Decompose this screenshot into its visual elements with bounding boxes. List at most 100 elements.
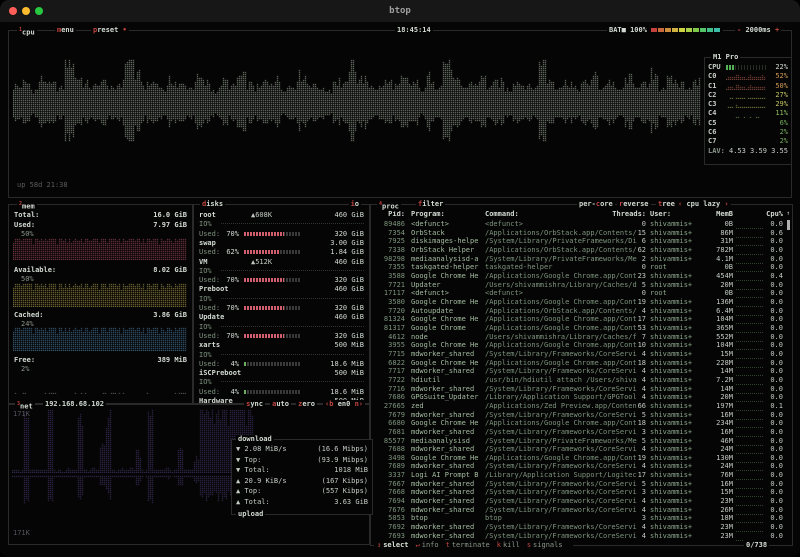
process-row[interactable]: 27665zed/Applications/Zed Preview.app/Co… <box>375 402 784 411</box>
memory-box-title[interactable]: 2mem <box>17 200 37 211</box>
process-cell: 14M <box>695 385 733 394</box>
process-cell: shivammis+ <box>650 428 692 437</box>
cpu-total-label: CPU <box>708 63 725 72</box>
disks-box-title[interactable]: disks <box>200 200 225 209</box>
process-row[interactable]: 7717mdworker_shared/System/Library/Frame… <box>375 367 784 376</box>
process-row[interactable]: 3955Google Chrome He/Applications/Google… <box>375 341 784 350</box>
process-cell: shivammis+ <box>650 367 692 376</box>
process-row[interactable]: 5053btopbtop3shivammis+18M0.0 <box>375 514 784 523</box>
upload-title: upload <box>236 510 265 519</box>
process-row[interactable]: 7694mdworker_shared/System/Library/Frame… <box>375 497 784 506</box>
process-row[interactable]: 7720Autoupdate/Applications/OrbStack.app… <box>375 307 784 316</box>
process-cell: 81324 <box>375 315 405 324</box>
process-cell: shivammis+ <box>650 350 692 359</box>
terminal-window: btop 1cpu menu preset • 18:45:14 BAT■ 10… <box>0 0 800 557</box>
process-cell: taskgated-helper <box>411 263 478 272</box>
proc-box-title[interactable]: 4proc <box>377 200 401 211</box>
process-row[interactable]: 6680Google Chrome He/Applications/Google… <box>375 419 784 428</box>
process-row[interactable]: 3580Google Chrome He/Applications/Google… <box>375 298 784 307</box>
filter-button[interactable]: filter <box>416 200 445 209</box>
process-cell: 7667 <box>375 480 405 489</box>
column-threads[interactable]: Threads: <box>610 210 646 219</box>
process-row[interactable]: 3498Google Chrome He/Applications/Google… <box>375 454 784 463</box>
reverse-toggle[interactable]: reverse <box>617 200 651 209</box>
interface-selector[interactable]: ‹b en0 n› <box>323 400 365 409</box>
process-row[interactable]: 89486<defunct><defunct>0shivammis+0B0.0 <box>375 220 784 229</box>
mem-used-row: Used:7.97 GiB <box>14 221 187 230</box>
process-cpu-percent: 0.0 <box>756 514 783 523</box>
process-row[interactable]: 7721Updater/Users/shivammishra/Library/C… <box>375 281 784 290</box>
interval-increase-button[interactable]: + <box>775 26 779 34</box>
process-row[interactable]: 4612node/Users/shivammishra/Library/Cach… <box>375 333 784 342</box>
column-user[interactable]: User: <box>650 210 671 219</box>
preset-next-icon[interactable]: • <box>123 26 127 34</box>
process-cell: shivammis+ <box>650 462 692 471</box>
process-row[interactable]: 17117<defunct><defunct>0root0B0.0 <box>375 289 784 298</box>
column-program[interactable]: Program: <box>411 210 445 219</box>
disk-name: VM <box>199 258 207 266</box>
process-row[interactable]: 7716mdworker_shared/System/Library/Frame… <box>375 385 784 394</box>
process-cell: 3588 <box>375 272 405 281</box>
cpu-box-title[interactable]: 1cpu <box>17 26 37 37</box>
column-cpu[interactable]: Cpu% <box>756 210 783 219</box>
footer-action-select[interactable]: ↕select <box>377 541 409 549</box>
process-row[interactable]: 3337Logi AI Prompt B/Library/Application… <box>375 471 784 480</box>
disk-io-rate: ▲512K <box>251 258 272 267</box>
footer-action-info[interactable]: ↵info <box>416 541 439 549</box>
sort-prev-icon[interactable]: ‹ <box>678 200 682 208</box>
process-row[interactable]: 7676mdworker_shared/System/Library/Frame… <box>375 506 784 515</box>
footer-actions: ↕select ↵info tterminate kkill ssignals <box>374 540 573 551</box>
footer-action-terminate[interactable]: tterminate <box>446 541 490 549</box>
iface-prev-key[interactable]: b <box>329 400 333 408</box>
process-row[interactable]: 7925diskimages-helpe/System/Library/Priv… <box>375 237 784 246</box>
disk-io-graph <box>221 354 364 355</box>
footer-action-kill[interactable]: kkill <box>497 541 520 549</box>
process-cell: 7720 <box>375 307 405 316</box>
process-row[interactable]: 7692mdworker_shared/System/Library/Frame… <box>375 523 784 532</box>
sync-toggle[interactable]: sync <box>244 400 265 409</box>
process-row[interactable]: 7679mdworker_shared/System/Library/Frame… <box>375 411 784 420</box>
process-cell: 782M <box>695 246 733 255</box>
process-cell: 98298 <box>375 255 405 264</box>
disk-used-meter <box>244 306 301 310</box>
tree-toggle[interactable]: tree <box>656 200 677 209</box>
process-row[interactable]: 3588Google Chrome He/Applications/Google… <box>375 272 784 281</box>
process-row[interactable]: 98298mediaanalysisd-a/System/Library/Pri… <box>375 255 784 264</box>
process-row[interactable]: 7354OrbStack/Applications/OrbStack.app/C… <box>375 229 784 238</box>
process-row[interactable]: 85577mediaanalysisd/System/Library/Priva… <box>375 437 784 446</box>
process-row[interactable]: 7667mdworker_shared/System/Library/Frame… <box>375 480 784 489</box>
process-row[interactable]: 7688mdworker_shared/System/Library/Frame… <box>375 445 784 454</box>
process-row[interactable]: 6822Google Chrome He/Applications/Google… <box>375 359 784 368</box>
column-memb[interactable]: MemB <box>695 210 733 219</box>
sort-selector[interactable]: ‹ cpu lazy › <box>676 200 731 209</box>
menu-button[interactable]: menu <box>55 26 76 35</box>
zero-toggle[interactable]: zero <box>296 400 317 409</box>
net-ip-address: 192.168.68.102 <box>43 400 106 409</box>
process-row[interactable]: 7681mdworker_shared/System/Library/Frame… <box>375 428 784 437</box>
process-cell: 5 <box>610 281 646 290</box>
interval-decrease-button[interactable]: - <box>737 26 741 34</box>
process-row[interactable]: 81317Google Chrome/Applications/Google C… <box>375 324 784 333</box>
process-row[interactable]: 81324Google Chrome He/Applications/Googl… <box>375 315 784 324</box>
process-box: 4proc filter per-core reverse tree ‹ cpu… <box>370 204 793 546</box>
io-mode-toggle[interactable]: io <box>349 200 361 209</box>
process-row[interactable]: 7722hdiutil/usr/bin/hdiutil attach /User… <box>375 376 784 385</box>
scroll-up-icon[interactable]: ↑ <box>786 210 790 218</box>
process-cell: shivammis+ <box>650 281 692 290</box>
auto-toggle[interactable]: auto <box>270 400 291 409</box>
preset-button[interactable]: preset • <box>91 26 129 35</box>
footer-action-signals[interactable]: ssignals <box>527 541 563 549</box>
net-box-title[interactable]: 3net <box>15 400 35 411</box>
process-row[interactable]: 7355taskgated-helpertaskgated-helper0roo… <box>375 263 784 272</box>
process-row[interactable]: 7686GPGSuite_Updater/Library/Application… <box>375 393 784 402</box>
process-cell: shivammis+ <box>650 514 692 523</box>
disks-box: disks io root▲608K460 GiBIO%Used:70%320 … <box>193 204 370 404</box>
process-row[interactable]: 7668mdworker_shared/System/Library/Frame… <box>375 488 784 497</box>
process-row[interactable]: 7715mdworker_shared/System/Library/Frame… <box>375 350 784 359</box>
sort-next-icon[interactable]: › <box>724 200 728 208</box>
per-core-toggle[interactable]: per-core <box>577 200 615 209</box>
process-cpu-percent: 0.0 <box>756 488 783 497</box>
process-cell: 4 <box>610 462 646 471</box>
process-row[interactable]: 7689mdworker_shared/System/Library/Frame… <box>375 462 784 471</box>
process-row[interactable]: 7338OrbStack Helper/Applications/OrbStac… <box>375 246 784 255</box>
